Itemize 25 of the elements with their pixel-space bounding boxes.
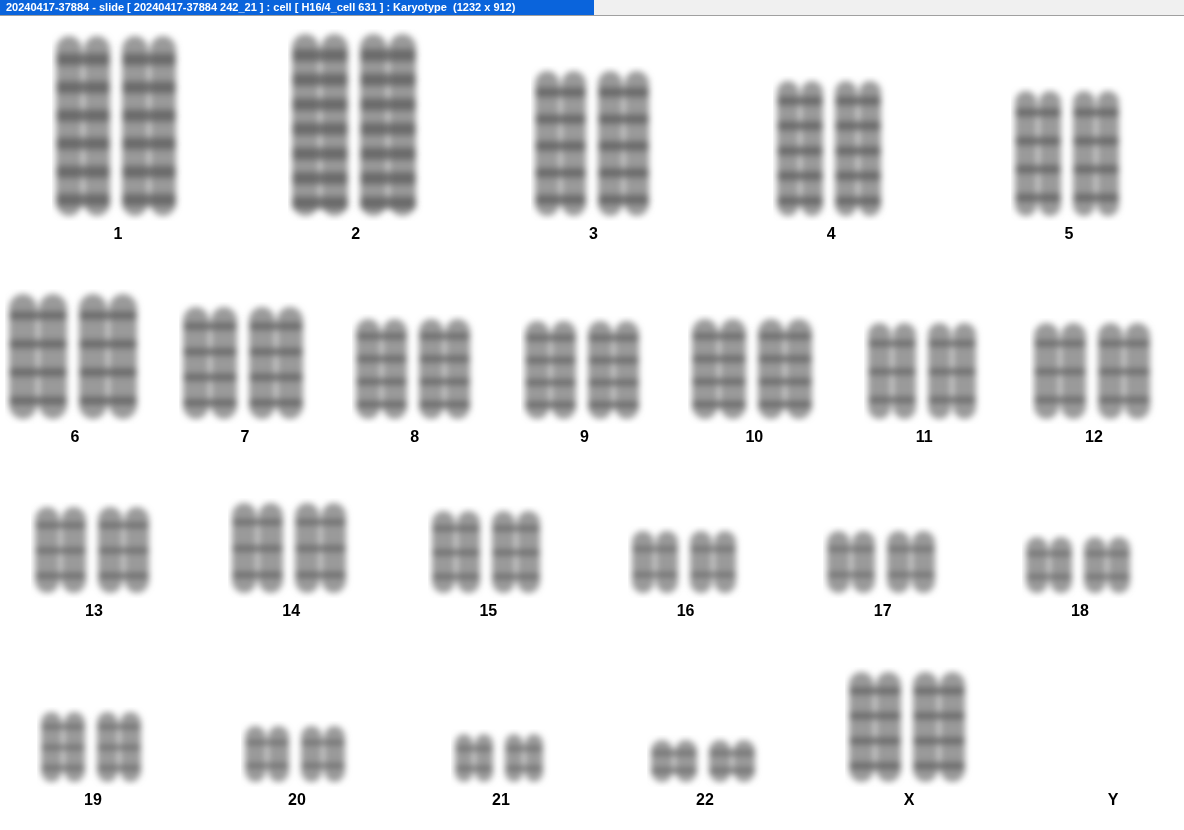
chromosome-label: 8 [410,428,420,446]
chromosome-label: 7 [240,428,250,446]
chromosome-label: 12 [1085,428,1103,446]
chromosome-label: 1 [113,225,123,243]
chromosome-label: 16 [676,602,695,620]
chromosome-label: 5 [1064,225,1074,243]
chromosome-label: 2 [351,225,361,243]
chromosome-label: 13 [85,602,103,620]
chromosome-label: 14 [282,602,301,620]
window-title: 20240417-37884 - slide [ 20240417-37884 242_21 ] : cell [ H16/4_cell 631 ] : Karyotype (1232 x 912) [0,0,594,15]
chromosome-label: 22 [696,791,714,809]
chromosome-label: 3 [589,225,598,243]
chromosome-label: Y [1107,791,1119,809]
chromosome-label: 15 [479,602,498,620]
chromosome-label: X [903,791,915,809]
chromosome-label: 21 [492,791,510,809]
chromosome-label: 6 [70,428,80,446]
chromosome-label: 17 [873,602,892,620]
chromosome-label: 18 [1071,602,1089,620]
chromosome-label: 4 [826,225,836,243]
chromosome-label: 11 [915,428,933,446]
chromosome-label: 19 [84,791,102,809]
chromosome-label: 9 [580,428,589,446]
chromosome-label: 20 [288,791,306,809]
chromosome-label: 10 [745,428,764,446]
